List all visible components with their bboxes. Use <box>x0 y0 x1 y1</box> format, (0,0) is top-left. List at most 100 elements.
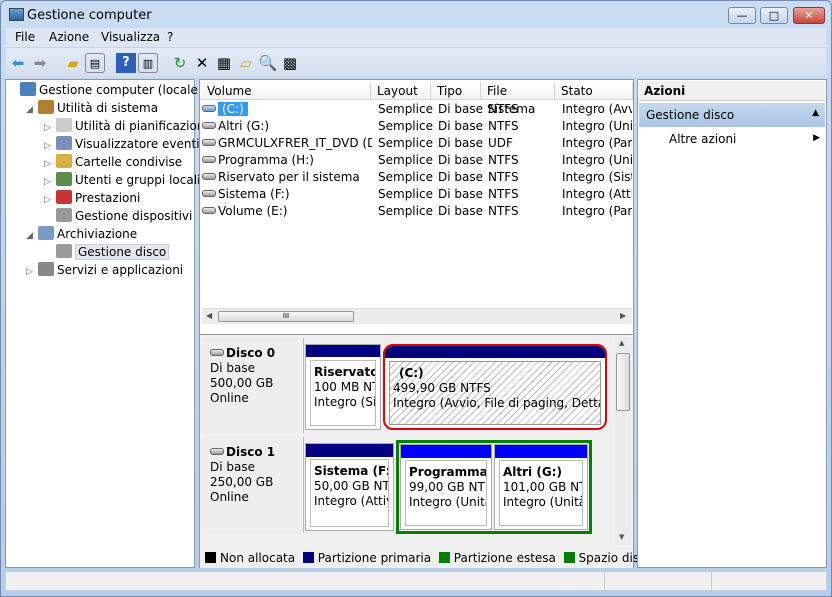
actions-section-gestione-disco[interactable]: Gestione disco ▲ <box>639 103 825 127</box>
tree-item[interactable]: ▷ Servizi e applicazioni <box>26 262 183 279</box>
tree-item-label: Utenti e gruppi locali <box>75 173 201 187</box>
disk-size: 500,00 GB <box>210 376 274 390</box>
horizontal-scrollbar[interactable]: ◀ III ▶ <box>202 308 632 324</box>
cell-file-sistema: NTFS <box>488 186 562 203</box>
dvd-drive-icon <box>202 139 216 146</box>
cell-text: Integro (Unità <box>562 119 632 133</box>
partition-name: Altri (G:) <box>503 465 562 479</box>
help-icon[interactable]: ? <box>116 53 136 73</box>
up-folder-icon[interactable]: ▰ <box>63 53 83 73</box>
disk-graphical-view: Disco 0 Di base 500,00 GB Online Riserva… <box>200 334 687 568</box>
scroll-down-icon[interactable]: ▼ <box>619 533 624 541</box>
delete-icon[interactable]: ✕ <box>192 53 212 73</box>
properties-icon[interactable]: ▦ <box>214 53 234 73</box>
volume-row[interactable]: Sistema (F:) Semplice Di base NTFS Integro (… <box>202 186 632 203</box>
partition-programma[interactable]: Programma (I99,00 GB NTFSIntegro (Unità … <box>400 444 492 530</box>
show-hide-action-pane-icon[interactable]: ▥ <box>138 53 158 73</box>
expander-icon[interactable]: ▷ <box>44 174 56 191</box>
action-altre-azioni[interactable]: Altre azioni ▶ <box>669 132 824 146</box>
expander-icon[interactable]: ▷ <box>44 120 56 137</box>
minimize-button[interactable]: — <box>728 7 756 24</box>
partition-riservato[interactable]: Riservato p100 MB NTFSIntegro (Sist <box>305 344 381 430</box>
cell-text: Di base <box>438 136 483 150</box>
tree-item[interactable]: ▷ Utilità di pianificazione <box>44 118 212 135</box>
search-icon[interactable]: 🔍 <box>258 53 278 73</box>
back-icon[interactable]: ⬅ <box>8 53 28 73</box>
cell-tipo: Di base <box>438 152 488 169</box>
tree-item-label: Prestazioni <box>75 191 141 205</box>
maximize-button[interactable]: □ <box>760 7 788 24</box>
tree-item[interactable]: ▷ Cartelle condivise <box>44 154 182 171</box>
show-hide-tree-icon[interactable]: ▤ <box>85 53 105 73</box>
scroll-thumb[interactable] <box>616 353 630 411</box>
column-header-tipo[interactable]: Tipo <box>431 82 481 100</box>
tree-item[interactable]: ▷ Prestazioni <box>44 190 140 207</box>
expander-icon[interactable]: ◢ <box>26 102 38 119</box>
expander-icon[interactable]: ▷ <box>26 264 38 281</box>
refresh-icon[interactable]: ↻ <box>170 53 190 73</box>
cell-file-sistema: NTFS <box>488 152 562 169</box>
drive-icon <box>202 156 216 163</box>
expander-icon[interactable]: ▷ <box>44 156 56 173</box>
tree-item[interactable]: ▷ Visualizzatore eventi <box>44 136 200 153</box>
volume-row[interactable]: Volume (E:) Semplice Di base NTFS Integro (P… <box>202 203 632 220</box>
cell-volume: GRMCULXFRER_IT_DVD (D:) <box>202 135 372 152</box>
scroll-right-icon[interactable]: ▶ <box>620 311 626 320</box>
cell-tipo: Di base <box>438 118 488 135</box>
partition-status: Integro (Sist <box>314 395 376 409</box>
clock-icon <box>56 118 72 132</box>
tree-item[interactable]: ◢ Archiviazione <box>26 226 137 243</box>
cell-text: Integro (Unità <box>562 153 632 167</box>
action-label: Altre azioni <box>669 132 737 146</box>
menu-azione[interactable]: Azione <box>49 30 89 44</box>
tree-item[interactable]: ◢ Utilità di sistema <box>26 100 158 117</box>
tree-item[interactable]: Gestione disco <box>44 244 170 261</box>
scroll-thumb[interactable]: III <box>218 311 354 322</box>
volume-row[interactable]: GRMCULXFRER_IT_DVD (D:) Semplice Di base UD… <box>202 135 632 152</box>
menu-visualizza[interactable]: Visualizza <box>101 30 160 44</box>
close-button[interactable]: ✕ <box>793 7 825 24</box>
disk-1-label[interactable]: Disco 1 Di base 250,00 GB Online <box>202 437 304 533</box>
column-header-stato[interactable]: Stato <box>555 82 633 100</box>
collapse-icon[interactable]: ▲ <box>812 108 819 118</box>
partition-status: Integro (Avvio, File di paging, Dettagli… <box>393 396 600 410</box>
cell-layout: Semplice <box>378 186 438 203</box>
column-header-layout[interactable]: Layout <box>371 82 431 100</box>
forward-icon[interactable]: ➡ <box>30 53 50 73</box>
scroll-up-icon[interactable]: ▲ <box>619 339 624 347</box>
tree-item[interactable]: Gestione computer (locale) <box>8 82 203 99</box>
settings-icon[interactable]: ▩ <box>280 53 300 73</box>
scroll-left-icon[interactable]: ◀ <box>206 311 212 320</box>
column-header-volume[interactable]: Volume <box>201 82 371 100</box>
cell-text: Integro (Sister <box>562 170 632 184</box>
volume-row[interactable]: Altri (G:) Semplice Di base NTFS Integro (Un… <box>202 118 632 135</box>
cell-text: UDF <box>488 136 513 150</box>
tree-item[interactable]: Gestione dispositivi <box>44 208 192 225</box>
expander-icon[interactable]: ◢ <box>26 228 38 245</box>
expander-icon[interactable]: ▷ <box>44 138 56 155</box>
disk-name: Disco 0 <box>226 346 276 360</box>
legend-label: Partizione estesa <box>453 551 556 565</box>
legend-swatch <box>438 552 450 563</box>
volume-row[interactable]: Riservato per il sistema Semplice Di base N… <box>202 169 632 186</box>
cell-stato: Integro (Partiz <box>562 135 632 152</box>
volume-row[interactable]: Programma (H:) Semplice Di base NTFS Integro… <box>202 152 632 169</box>
status-bar <box>5 571 827 591</box>
drive-icon <box>202 173 216 180</box>
expander-icon[interactable]: ▷ <box>44 192 56 209</box>
menu-help[interactable]: ? <box>167 30 173 44</box>
partition-c[interactable]: (C:) 499,90 GB NTFS Integro (Avvio, File d… <box>383 344 607 430</box>
vertical-scrollbar[interactable]: ▲ ▼ <box>615 337 631 545</box>
cell-text: Semplice <box>378 102 433 116</box>
menu-file[interactable]: File <box>15 30 35 44</box>
disk-0-label[interactable]: Disco 0 Di base 500,00 GB Online <box>202 338 304 433</box>
partition-altri[interactable]: Altri (G:)101,00 GB NTFSIntegro (Unità l <box>494 444 588 530</box>
cell-text: Semplice <box>378 170 433 184</box>
cell-text: Di base <box>438 102 483 116</box>
partition-sistema[interactable]: Sistema (F:)50,00 GB NTFSIntegro (Attivo <box>305 443 394 531</box>
volume-row[interactable]: (C:) Semplice Di base NTFS Integro (Avvio <box>202 101 632 118</box>
cell-text: Riservato per il sistema <box>218 170 360 184</box>
column-header-file-sistema[interactable]: File Sistema <box>481 82 555 116</box>
open-icon[interactable]: ▱ <box>236 53 256 73</box>
tree-item[interactable]: ▷ Utenti e gruppi locali <box>44 172 200 189</box>
